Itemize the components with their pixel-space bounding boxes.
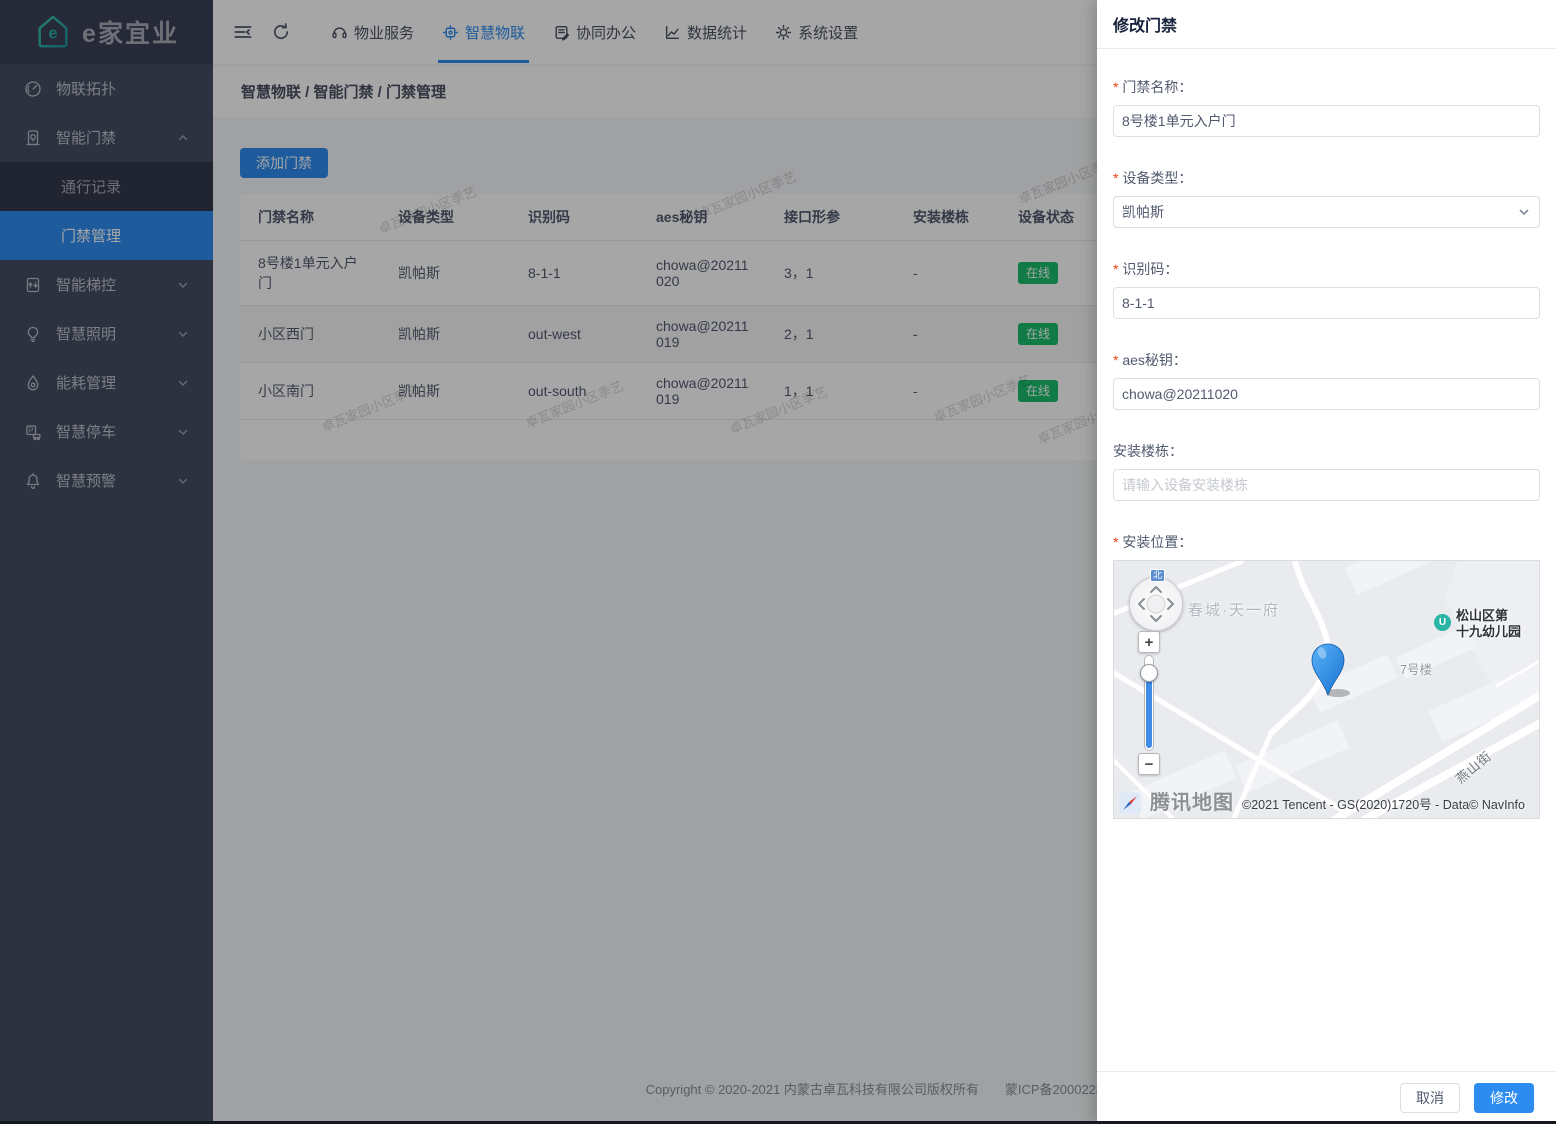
app-root: e e家宜业 物联拓扑 智能门禁 通行记录 <box>0 0 1556 1124</box>
map-pan-control: 北 <box>1126 569 1188 633</box>
field-label: aes秘钥： <box>1113 350 1540 370</box>
drawer-header: 修改门禁 <box>1097 0 1556 49</box>
submit-modify-button[interactable]: 修改 <box>1474 1083 1534 1113</box>
map-attribution-bar: 腾讯地图 ©2021 Tencent - GS(2020)1720号 - Dat… <box>1118 786 1525 815</box>
door-name-input[interactable] <box>1113 105 1540 137</box>
chevron-down-icon <box>1517 205 1531 219</box>
field-label: 安装楼栋： <box>1113 441 1540 461</box>
edit-door-drawer: 修改门禁 门禁名称： 设备类型： 凯帕斯 识别码： aes秘钥： <box>1097 0 1556 1124</box>
drawer-footer: 取消 修改 <box>1097 1071 1556 1124</box>
field-label: 安装位置： <box>1113 532 1540 552</box>
drawer-title: 修改门禁 <box>1113 12 1177 36</box>
zoom-in-button[interactable]: + <box>1138 631 1160 653</box>
field-aes-key: aes秘钥： <box>1113 350 1540 410</box>
aes-key-input[interactable] <box>1113 378 1540 410</box>
location-marker-pin[interactable] <box>1311 643 1351 699</box>
map-provider-name: 腾讯地图 <box>1150 786 1234 815</box>
field-door-name: 门禁名称： <box>1113 77 1540 137</box>
field-building: 安装楼栋： <box>1113 441 1540 501</box>
field-location: 安装位置： <box>1113 532 1540 819</box>
identifier-input[interactable] <box>1113 287 1540 319</box>
tencent-maps-logo-icon <box>1118 791 1142 815</box>
zoom-slider-handle[interactable] <box>1140 664 1158 682</box>
drawer-form: 门禁名称： 设备类型： 凯帕斯 识别码： aes秘钥： 安装楼栋： <box>1097 49 1556 819</box>
building-input[interactable] <box>1113 469 1540 501</box>
field-label: 门禁名称： <box>1113 77 1540 97</box>
field-label: 识别码： <box>1113 259 1540 279</box>
zoom-slider-track[interactable] <box>1144 655 1154 751</box>
field-identifier: 识别码： <box>1113 259 1540 319</box>
map-label-residential: 春城·天一府 <box>1188 599 1280 620</box>
pan-up-button[interactable] <box>1151 587 1161 592</box>
pan-left-button[interactable] <box>1139 599 1144 609</box>
map-copyright: ©2021 Tencent - GS(2020)1720号 - Data© Na… <box>1242 794 1525 813</box>
selected-option: 凯帕斯 <box>1122 202 1164 222</box>
field-label: 设备类型： <box>1113 168 1540 188</box>
field-device-type: 设备类型： 凯帕斯 <box>1113 168 1540 228</box>
pan-right-button[interactable] <box>1168 599 1173 609</box>
kindergarten-poi-icon: U <box>1434 614 1451 631</box>
map-poi-kindergarten: U 松山区第十九幼儿园 <box>1434 608 1521 640</box>
pan-down-button[interactable] <box>1151 616 1161 621</box>
zoom-out-button[interactable]: − <box>1138 753 1160 775</box>
location-map[interactable]: 春城·天一府 7号楼 燕山街 U 松山区第十九幼儿园 <box>1113 560 1540 819</box>
device-type-select[interactable]: 凯帕斯 <box>1113 196 1540 228</box>
cancel-button[interactable]: 取消 <box>1400 1083 1460 1113</box>
north-indicator: 北 <box>1150 569 1165 582</box>
map-zoom-control: + − <box>1138 631 1160 775</box>
map-label-building-7: 7号楼 <box>1400 659 1432 678</box>
